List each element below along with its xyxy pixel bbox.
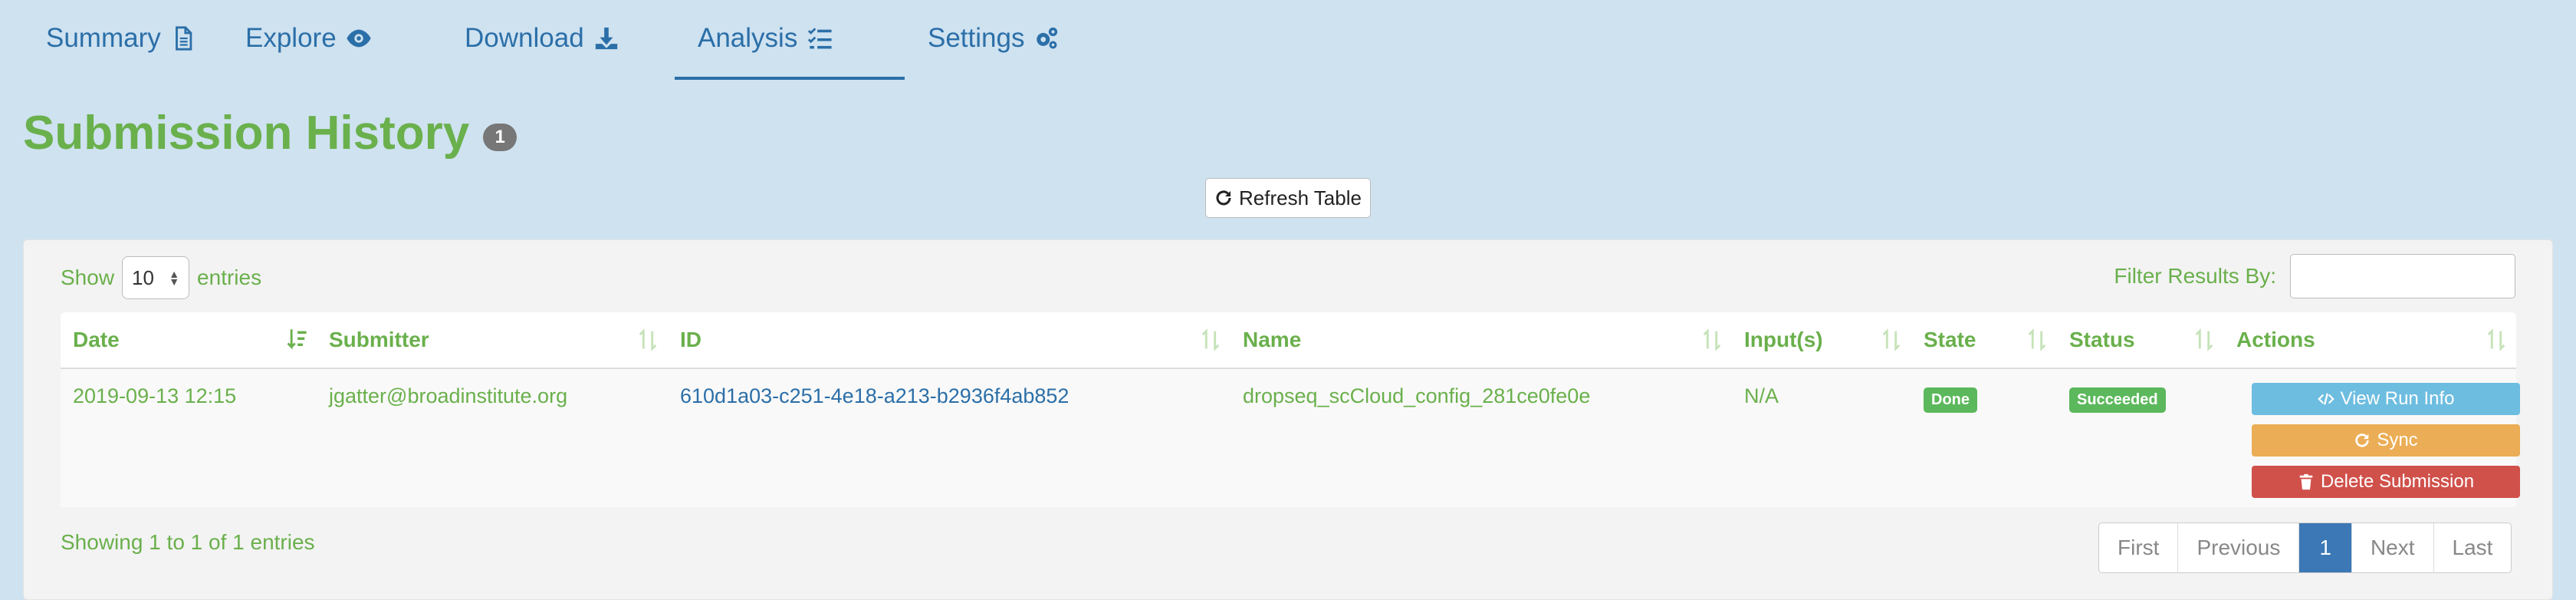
- refresh-icon: [2355, 434, 2370, 447]
- page-last-button[interactable]: Last: [2434, 523, 2512, 572]
- cell-name: dropseq_scCloud_config_281ce0fe0e: [1243, 384, 1591, 407]
- tab-label: Summary: [46, 23, 161, 53]
- cell-date: 2019-09-13 12:15: [73, 384, 237, 407]
- tab-download[interactable]: Download: [442, 0, 675, 77]
- sync-button[interactable]: Sync: [2252, 424, 2520, 457]
- sort-icon: [2195, 328, 2213, 351]
- sort-icon: [2028, 328, 2046, 351]
- checklist-icon: [808, 28, 832, 49]
- page-current-button[interactable]: 1: [2299, 523, 2352, 572]
- cell-state: Done: [1911, 386, 1977, 413]
- page-length-control: Show 10 ▲ ▼ entries: [61, 255, 261, 300]
- tab-settings[interactable]: Settings: [905, 0, 1119, 77]
- trash-icon: [2299, 473, 2313, 490]
- delete-submission-label: Delete Submission: [2320, 471, 2475, 492]
- sort-icon: [2487, 328, 2505, 351]
- state-label: Done: [1924, 387, 1977, 413]
- sort-desc-icon: [287, 329, 307, 350]
- entries-label: entries: [197, 265, 262, 289]
- tab-explore[interactable]: Explore: [222, 0, 442, 77]
- view-run-info-label: View Run Info: [2340, 388, 2455, 409]
- tab-label: Download: [465, 23, 584, 53]
- table-info: Showing 1 to 1 of 1 entries: [61, 530, 315, 554]
- filter-label: Filter Results By:: [2114, 264, 2276, 288]
- page-first-button[interactable]: First: [2099, 523, 2179, 572]
- column-header-id[interactable]: ID: [668, 312, 1230, 368]
- column-header-date[interactable]: Date: [61, 312, 317, 368]
- filter-input[interactable]: [2290, 254, 2515, 298]
- page-title: Submission History: [23, 107, 470, 160]
- table-row: 2019-09-13 12:15 jgatter@broadinstitute.…: [61, 369, 2520, 507]
- entries-value: 10: [132, 265, 154, 289]
- entries-select[interactable]: 10 ▲ ▼: [122, 256, 190, 299]
- code-icon: [2317, 393, 2334, 405]
- gears-icon: [1037, 27, 1058, 49]
- column-header-actions[interactable]: Actions: [2224, 312, 2516, 368]
- tab-analysis[interactable]: Analysis: [675, 0, 905, 80]
- column-header-name[interactable]: Name: [1230, 312, 1732, 368]
- delete-submission-button[interactable]: Delete Submission: [2252, 466, 2520, 498]
- cell-inputs: N/A: [1744, 384, 1779, 407]
- count-badge: 1: [483, 123, 518, 151]
- tab-summary[interactable]: Summary: [23, 0, 222, 77]
- pagination: First Previous 1 Next Last: [2098, 523, 2512, 573]
- page-previous-button[interactable]: Previous: [2178, 523, 2300, 572]
- status-label: Succeeded: [2069, 387, 2166, 413]
- submissions-panel: Show 10 ▲ ▼ entries Filter Results By: Da…: [23, 239, 2553, 600]
- column-header-state[interactable]: State: [1911, 312, 2057, 368]
- eye-icon: [347, 29, 371, 48]
- cell-submitter: jgatter@broadinstitute.org: [329, 384, 568, 407]
- column-header-status[interactable]: Status: [2057, 312, 2224, 368]
- show-label: Show: [61, 265, 115, 289]
- sort-icon: [1703, 328, 1721, 351]
- column-header-submitter[interactable]: Submitter: [317, 312, 668, 368]
- sort-icon: [1201, 328, 1220, 351]
- download-icon: [595, 27, 617, 50]
- submission-table: Date Submitter ID Name Input(s) State St…: [61, 312, 2520, 507]
- column-header-inputs[interactable]: Input(s): [1732, 312, 1911, 368]
- sort-icon: [639, 328, 657, 351]
- filter-control: Filter Results By:: [2114, 254, 2515, 298]
- select-arrows-icon: ▲ ▼: [169, 268, 180, 288]
- tab-bar: Summary Explore Download Analysis Settin…: [23, 0, 1119, 80]
- view-run-info-button[interactable]: View Run Info: [2252, 383, 2520, 415]
- sort-icon: [1882, 328, 1901, 351]
- refresh-table-label: Refresh Table: [1239, 186, 1362, 209]
- cell-id-link[interactable]: 610d1a03-c251-4e18-a213-b2936f4ab852: [668, 384, 1069, 408]
- table-header: Date Submitter ID Name Input(s) State St…: [61, 312, 2516, 369]
- page-next-button[interactable]: Next: [2352, 523, 2434, 572]
- tab-label: Settings: [928, 23, 1025, 53]
- refresh-icon: [1216, 190, 1231, 206]
- page-header: Submission History 1: [23, 106, 518, 160]
- refresh-table-button[interactable]: Refresh Table: [1205, 178, 1371, 218]
- document-icon: [175, 26, 192, 51]
- tab-label: Explore: [245, 23, 337, 53]
- sync-label: Sync: [2377, 430, 2418, 450]
- tab-label: Analysis: [698, 23, 798, 53]
- cell-status: Succeeded: [2057, 386, 2166, 413]
